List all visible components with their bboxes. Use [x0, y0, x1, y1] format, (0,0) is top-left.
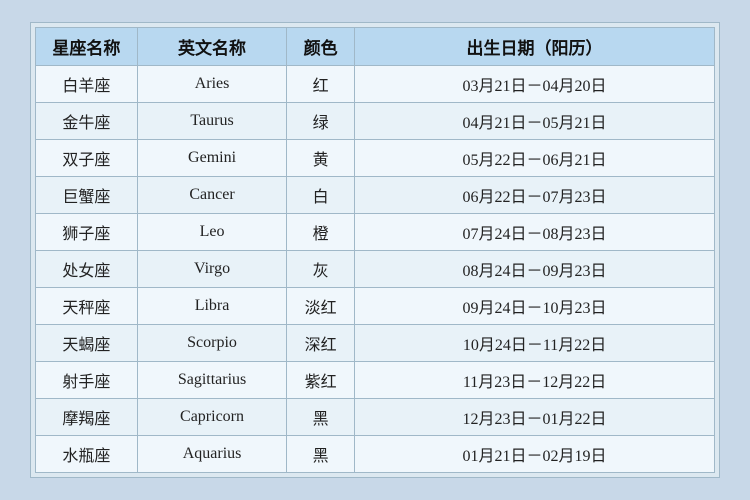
table-row: 金牛座Taurus绿04月21日－05月21日 [36, 103, 715, 140]
cell-date: 12月23日－01月22日 [355, 399, 715, 436]
cell-zh: 摩羯座 [36, 399, 138, 436]
cell-en: Aries [137, 66, 286, 103]
cell-zh: 白羊座 [36, 66, 138, 103]
cell-zh: 金牛座 [36, 103, 138, 140]
cell-color: 黑 [287, 436, 355, 473]
cell-zh: 处女座 [36, 251, 138, 288]
table-row: 处女座Virgo灰08月24日－09月23日 [36, 251, 715, 288]
cell-en: Capricorn [137, 399, 286, 436]
table-row: 射手座Sagittarius紫红11月23日－12月22日 [36, 362, 715, 399]
table-row: 水瓶座Aquarius黑01月21日－02月19日 [36, 436, 715, 473]
cell-en: Gemini [137, 140, 286, 177]
header-en: 英文名称 [137, 28, 286, 66]
cell-en: Scorpio [137, 325, 286, 362]
cell-zh: 射手座 [36, 362, 138, 399]
cell-en: Virgo [137, 251, 286, 288]
cell-color: 黑 [287, 399, 355, 436]
cell-zh: 天秤座 [36, 288, 138, 325]
cell-en: Libra [137, 288, 286, 325]
cell-date: 04月21日－05月21日 [355, 103, 715, 140]
cell-color: 黄 [287, 140, 355, 177]
table-row: 狮子座Leo橙07月24日－08月23日 [36, 214, 715, 251]
zodiac-table: 星座名称 英文名称 颜色 出生日期（阳历） 白羊座Aries红03月21日－04… [35, 27, 715, 473]
cell-color: 橙 [287, 214, 355, 251]
cell-zh: 双子座 [36, 140, 138, 177]
table-row: 摩羯座Capricorn黑12月23日－01月22日 [36, 399, 715, 436]
cell-date: 01月21日－02月19日 [355, 436, 715, 473]
cell-en: Leo [137, 214, 286, 251]
cell-date: 10月24日－11月22日 [355, 325, 715, 362]
cell-date: 06月22日－07月23日 [355, 177, 715, 214]
cell-zh: 水瓶座 [36, 436, 138, 473]
cell-en: Aquarius [137, 436, 286, 473]
table-row: 天秤座Libra淡红09月24日－10月23日 [36, 288, 715, 325]
cell-date: 05月22日－06月21日 [355, 140, 715, 177]
zodiac-table-container: 星座名称 英文名称 颜色 出生日期（阳历） 白羊座Aries红03月21日－04… [30, 22, 720, 478]
cell-color: 白 [287, 177, 355, 214]
header-date: 出生日期（阳历） [355, 28, 715, 66]
table-row: 白羊座Aries红03月21日－04月20日 [36, 66, 715, 103]
header-zh: 星座名称 [36, 28, 138, 66]
cell-zh: 天蝎座 [36, 325, 138, 362]
table-row: 双子座Gemini黄05月22日－06月21日 [36, 140, 715, 177]
cell-date: 11月23日－12月22日 [355, 362, 715, 399]
table-header-row: 星座名称 英文名称 颜色 出生日期（阳历） [36, 28, 715, 66]
cell-color: 绿 [287, 103, 355, 140]
table-row: 天蝎座Scorpio深红10月24日－11月22日 [36, 325, 715, 362]
cell-date: 03月21日－04月20日 [355, 66, 715, 103]
cell-zh: 巨蟹座 [36, 177, 138, 214]
cell-date: 07月24日－08月23日 [355, 214, 715, 251]
cell-color: 灰 [287, 251, 355, 288]
cell-date: 08月24日－09月23日 [355, 251, 715, 288]
cell-zh: 狮子座 [36, 214, 138, 251]
cell-date: 09月24日－10月23日 [355, 288, 715, 325]
cell-color: 淡红 [287, 288, 355, 325]
header-color: 颜色 [287, 28, 355, 66]
cell-color: 紫红 [287, 362, 355, 399]
cell-en: Cancer [137, 177, 286, 214]
cell-color: 红 [287, 66, 355, 103]
cell-en: Taurus [137, 103, 286, 140]
cell-color: 深红 [287, 325, 355, 362]
table-row: 巨蟹座Cancer白06月22日－07月23日 [36, 177, 715, 214]
cell-en: Sagittarius [137, 362, 286, 399]
